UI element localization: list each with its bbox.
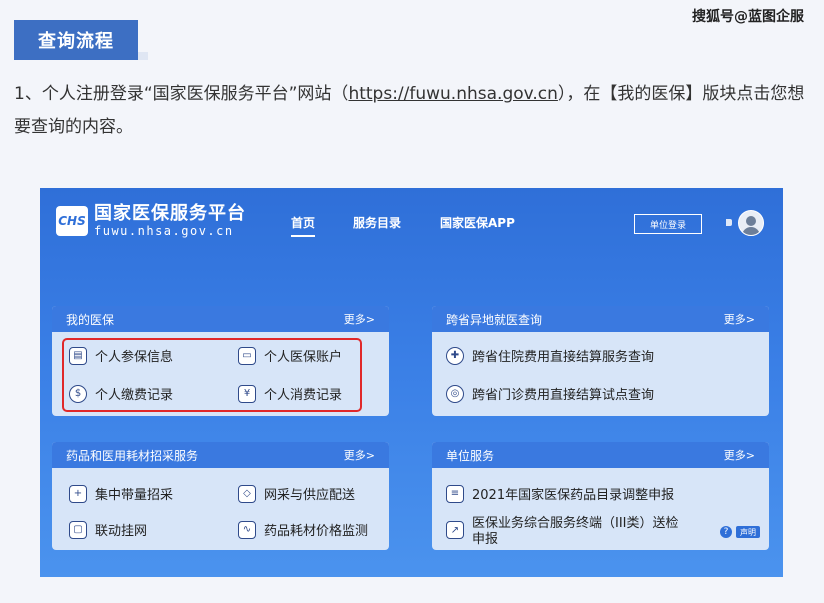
site-logo[interactable]: CHS 国家医保服务平台 fuwu.nhsa.gov.cn xyxy=(56,204,246,238)
help-icon[interactable]: ? xyxy=(720,526,732,538)
terminal-icon: ↗ xyxy=(446,521,464,539)
section-tab: 查询流程 xyxy=(14,20,138,60)
para-text-1: 1、个人注册登录“国家医保服务平台”网站（ xyxy=(14,84,349,104)
card-title: 单位服务 xyxy=(446,448,495,463)
nav-app[interactable]: 国家医保APP xyxy=(440,214,515,231)
card-title: 跨省异地就医查询 xyxy=(446,312,543,327)
instruction-paragraph: 1、个人注册登录“国家医保服务平台”网站（https://fuwu.nhsa.g… xyxy=(14,78,810,144)
article: 查询流程 搜狐号@蓝图企服 1、个人注册登录“国家医保服务平台”网站（https… xyxy=(0,0,824,603)
notice-badge[interactable]: 声明 xyxy=(736,526,760,538)
item-outpatient-query[interactable]: ◎ 跨省门诊费用直接结算试点查询 xyxy=(446,384,654,403)
procurement-icon: + xyxy=(69,484,87,503)
item-drug-catalog-application[interactable]: ≡ 2021年国家医保药品目录调整申报 xyxy=(446,484,674,503)
delivery-icon: ◇ xyxy=(238,484,256,503)
tab-decoration xyxy=(138,52,148,60)
item-bulk-procurement[interactable]: + 集中带量招采 xyxy=(69,484,173,503)
watermark: 搜狐号@蓝图企服 xyxy=(692,9,804,25)
item-online-delivery[interactable]: ◇ 网采与供应配送 xyxy=(238,484,355,503)
more-link[interactable]: 更多> xyxy=(724,447,755,463)
card-title: 我的医保 xyxy=(66,312,115,327)
item-inpatient-query[interactable]: ✚ 跨省住院费用直接结算服务查询 xyxy=(446,346,654,365)
nav-service-catalog[interactable]: 服务目录 xyxy=(353,214,401,231)
item-terminal-inspection[interactable]: ↗ 医保业务综合服务终端（III类）送检 申报 xyxy=(446,516,679,548)
clinic-icon: ◎ xyxy=(446,384,464,403)
site-title: 国家医保服务平台 xyxy=(94,203,246,224)
notification-icon[interactable] xyxy=(726,219,732,226)
highlight-box xyxy=(62,338,362,412)
chs-logo-icon: CHS xyxy=(56,206,88,236)
unit-login-button[interactable]: 单位登录 xyxy=(634,214,702,234)
avatar[interactable] xyxy=(738,210,764,236)
card-title: 药品和医用耗材招采服务 xyxy=(66,448,199,463)
more-link[interactable]: 更多> xyxy=(344,447,375,463)
item-price-monitoring[interactable]: ∿ 药品耗材价格监测 xyxy=(238,520,368,539)
network-icon: ▢ xyxy=(69,520,87,539)
catalog-icon: ≡ xyxy=(446,484,464,503)
more-link[interactable]: 更多> xyxy=(724,311,755,327)
help-controls: ? 声明 xyxy=(720,526,760,538)
hospital-icon: ✚ xyxy=(446,346,464,365)
more-link[interactable]: 更多> xyxy=(344,311,375,327)
site-screenshot: CHS 国家医保服务平台 fuwu.nhsa.gov.cn 首页 服务目录 国家… xyxy=(40,188,783,577)
monitor-icon: ∿ xyxy=(238,520,256,539)
site-url: fuwu.nhsa.gov.cn xyxy=(94,224,234,238)
site-link[interactable]: https://fuwu.nhsa.gov.cn xyxy=(348,84,557,104)
nav-home[interactable]: 首页 xyxy=(291,214,316,237)
item-linked-listing[interactable]: ▢ 联动挂网 xyxy=(69,520,147,539)
